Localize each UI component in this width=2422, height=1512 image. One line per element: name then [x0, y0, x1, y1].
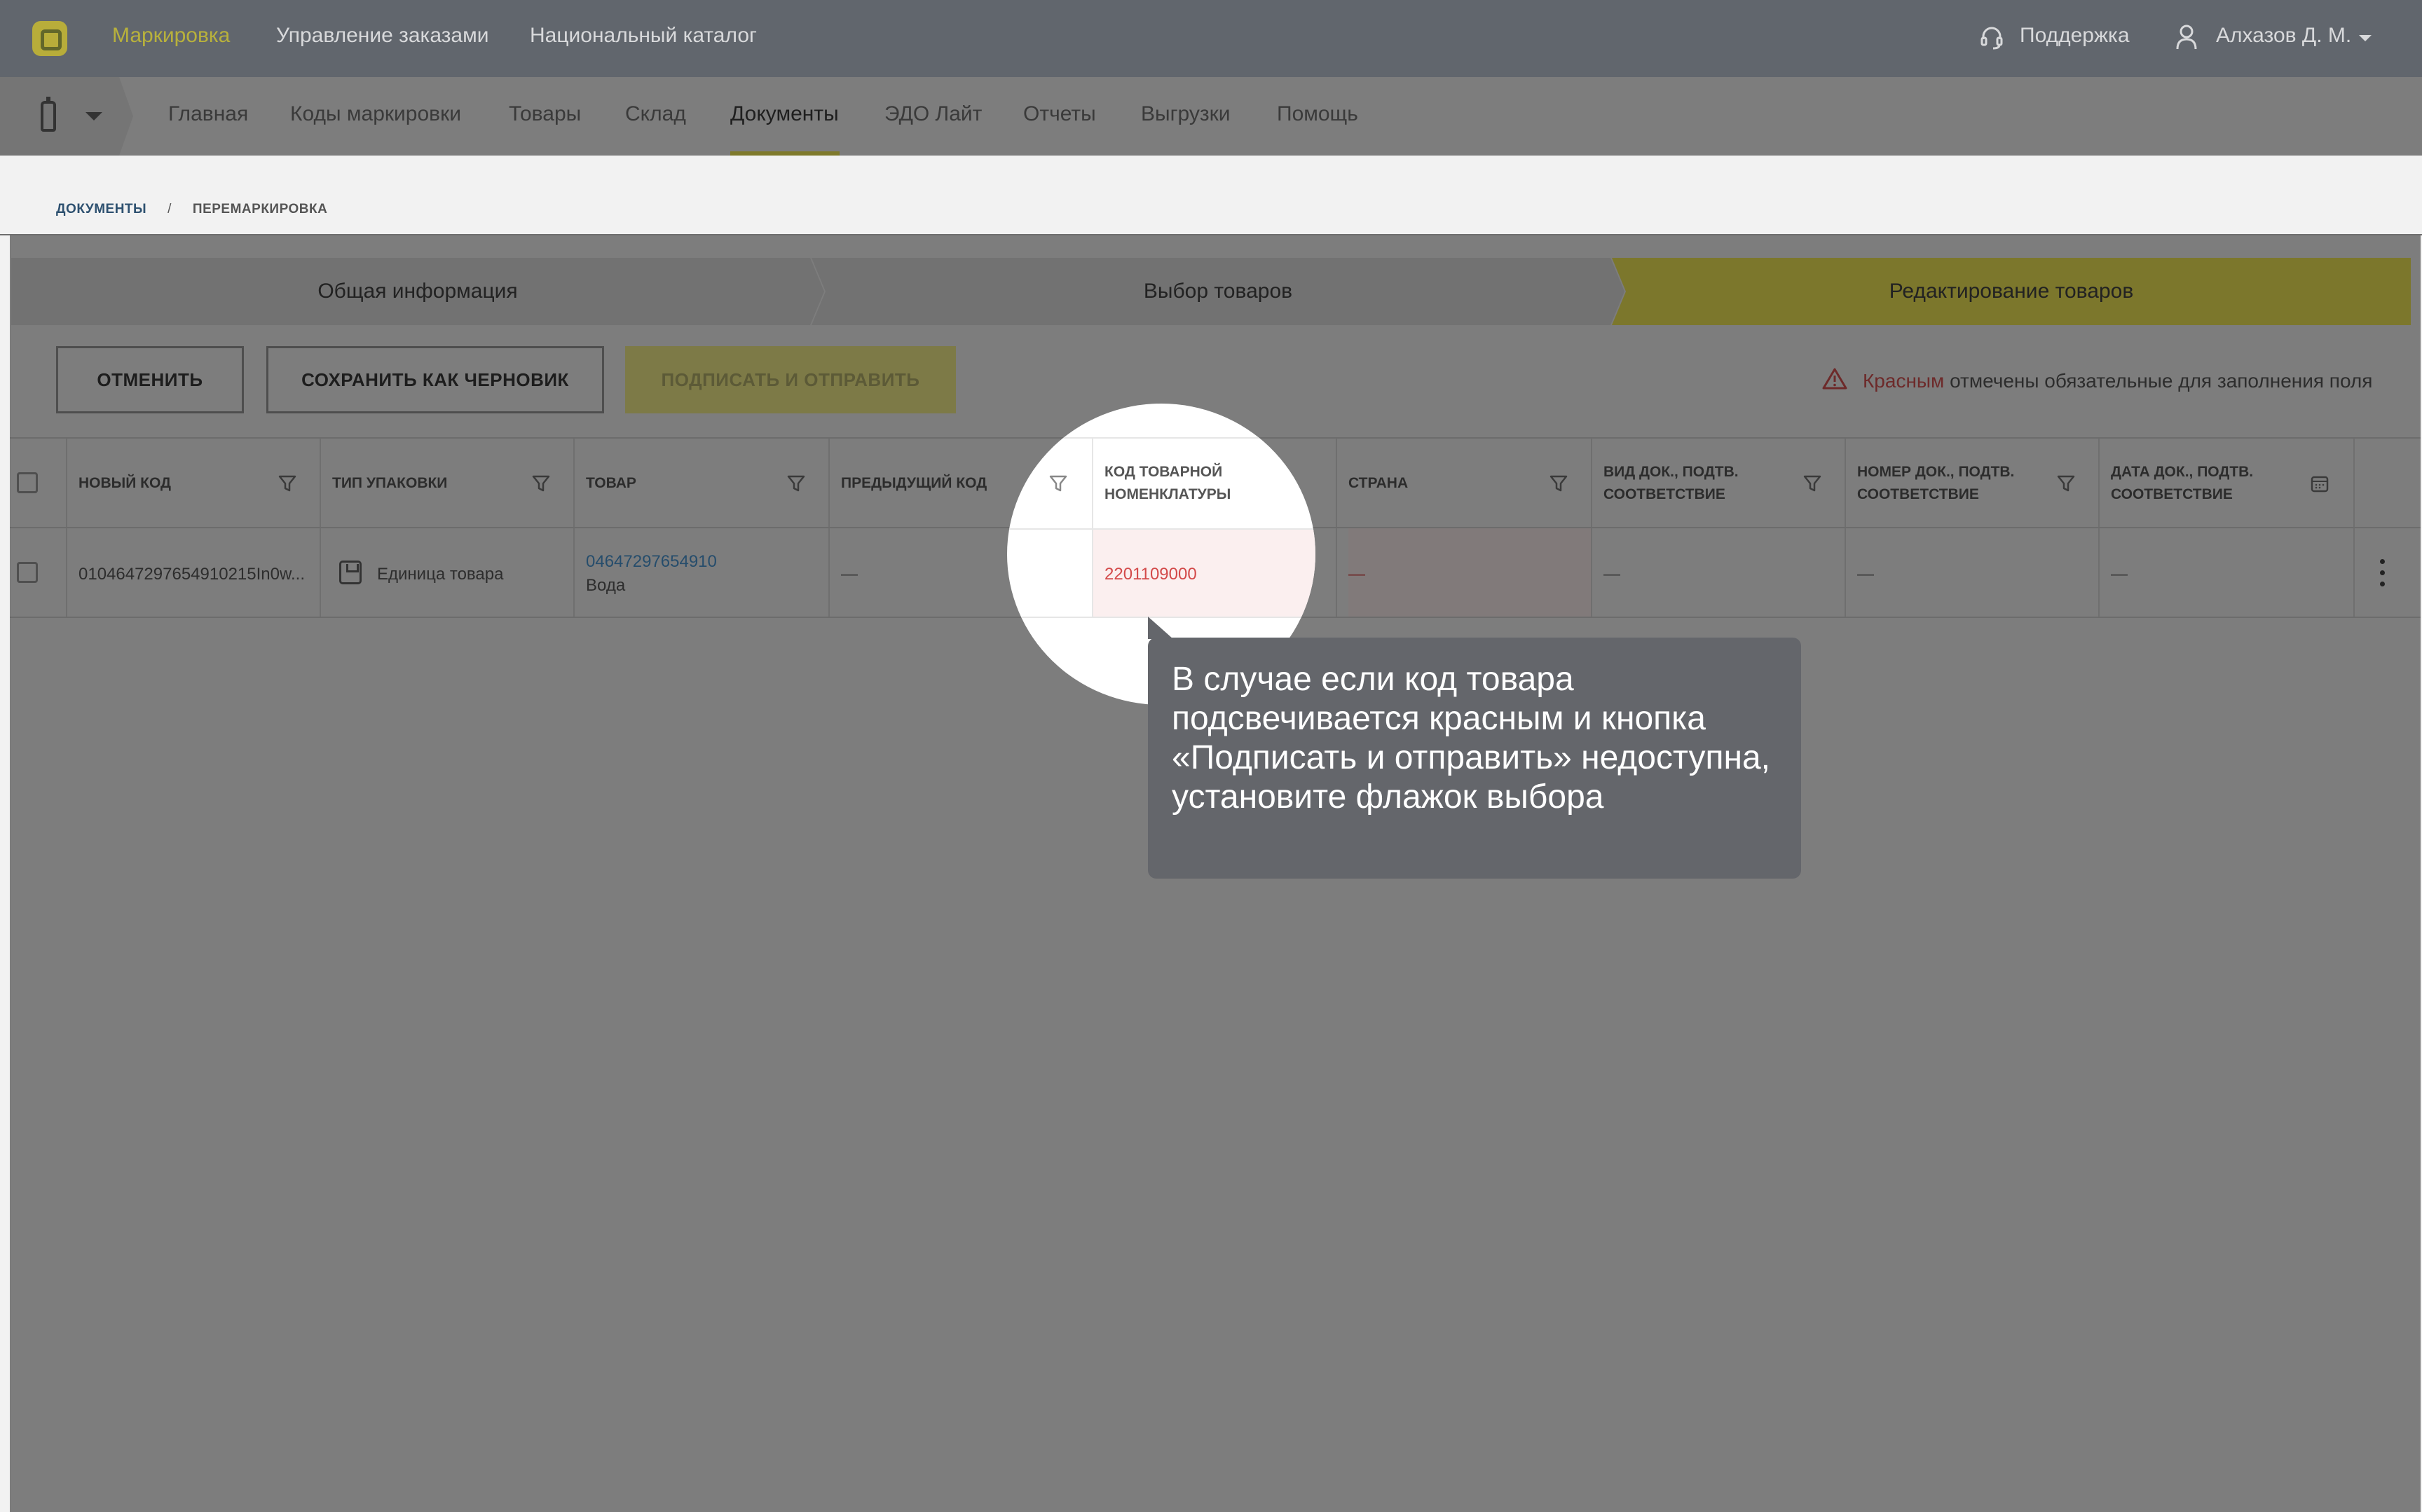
nav-documents[interactable]: Документы: [730, 102, 839, 126]
user-menu-chevron-down-icon[interactable]: [2359, 35, 2372, 41]
cell-package-type: Единица товара: [377, 565, 504, 584]
filter-icon[interactable]: [1304, 474, 1315, 493]
filter-icon[interactable]: [531, 474, 551, 493]
step-select-products[interactable]: Выбор товаров: [812, 258, 1624, 325]
sign-and-send-button[interactable]: ПОДПИСАТЬ И ОТПРАВИТЬ: [625, 346, 956, 413]
topnav-markirovka[interactable]: Маркировка: [112, 24, 230, 48]
nav-marking-codes[interactable]: Коды маркировки: [290, 102, 461, 126]
cell-product-code-link[interactable]: 04647297654910: [586, 552, 717, 572]
legend-red-word: Красным: [1863, 370, 1945, 392]
nav-home[interactable]: Главная: [168, 102, 248, 126]
filter-icon[interactable]: [278, 474, 297, 493]
user-icon: [2176, 25, 2197, 50]
nav-exports[interactable]: Выгрузки: [1141, 102, 1231, 126]
tooltip-pointer: [1148, 617, 1173, 639]
select-all-checkbox[interactable]: [17, 472, 38, 493]
cell-product-name: Вода: [586, 576, 626, 595]
support-link[interactable]: Поддержка: [2020, 24, 2130, 48]
step-edit-products[interactable]: Редактирование товаров: [1612, 258, 2411, 325]
user-menu[interactable]: Алхазов Д. М.: [2216, 24, 2351, 48]
save-draft-button[interactable]: СОХРАНИТЬ КАК ЧЕРНОВИК: [266, 346, 604, 413]
hint-tooltip: В случае если код товара подсвечивается …: [1148, 638, 1801, 879]
header-doc-type-line2: СООТВЕТСТВИЕ: [1603, 486, 1725, 502]
headset-icon[interactable]: [1980, 25, 2003, 50]
required-fields-legend: Красным отмечены обязательные для заполн…: [1863, 370, 2372, 392]
header-doc-number-line2: СООТВЕТСТВИЕ: [1857, 486, 1979, 502]
step-select-products-label: Выбор товаров: [1143, 280, 1293, 303]
header-country[interactable]: СТРАНА: [1348, 472, 1408, 495]
cell-tnved-code[interactable]: 2201109000: [1104, 565, 1197, 584]
product-group-switcher[interactable]: [0, 77, 133, 156]
breadcrumb: ДОКУМЕНТЫ / ПЕРЕМАРКИРОВКА: [56, 202, 327, 217]
bottle-icon: [41, 97, 56, 132]
breadcrumb-current: ПЕРЕМАРКИРОВКА: [192, 202, 328, 217]
row-actions-more-icon[interactable]: [2380, 559, 2386, 587]
breadcrumb-separator: /: [167, 202, 172, 217]
header-doc-type-line1[interactable]: ВИД ДОК., ПОДТВ.: [1603, 461, 1739, 483]
top-navigation-bar: Маркировка Управление заказами Националь…: [0, 0, 2422, 77]
hint-tooltip-text: В случае если код товара подсвечивается …: [1172, 661, 1771, 816]
header-product[interactable]: ТОВАР: [586, 472, 636, 495]
topnav-order-management[interactable]: Управление заказами: [276, 24, 489, 48]
cell-country[interactable]: —: [1348, 565, 1365, 584]
header-new-code[interactable]: НОВЫЙ КОД: [78, 472, 171, 495]
header-doc-date-line2: СООТВЕТСТВИЕ: [2111, 486, 2233, 502]
step-edit-products-label: Редактирование товаров: [1889, 280, 2134, 303]
cancel-button[interactable]: ОТМЕНИТЬ: [56, 346, 244, 413]
filter-icon[interactable]: [2056, 474, 2076, 493]
nav-help[interactable]: Помощь: [1277, 102, 1358, 126]
nav-reports[interactable]: Отчеты: [1023, 102, 1096, 126]
chevron-down-icon[interactable]: [85, 112, 102, 121]
filter-icon[interactable]: [1549, 474, 1568, 493]
row-select-checkbox[interactable]: [17, 562, 38, 583]
cell-doc-number[interactable]: —: [1857, 565, 1874, 584]
step-general-info[interactable]: Общая информация: [11, 258, 824, 325]
header-tnved-line1[interactable]: КОД ТОВАРНОЙ: [1104, 461, 1222, 483]
topnav-national-catalog[interactable]: Национальный каталог: [530, 24, 757, 48]
header-previous-code[interactable]: ПРЕДЫДУЩИЙ КОД: [841, 472, 987, 495]
header-doc-date-line1[interactable]: ДАТА ДОК., ПОДТВ.: [2111, 461, 2253, 483]
active-tab-indicator: [730, 151, 840, 156]
cell-doc-type[interactable]: —: [1603, 565, 1620, 584]
app-logo-icon[interactable]: [32, 21, 67, 56]
cell-new-code[interactable]: 0104647297654910215In0w...: [78, 565, 305, 584]
calendar-icon[interactable]: [2310, 474, 2329, 493]
header-package-type[interactable]: ТИП УПАКОВКИ: [332, 472, 447, 495]
legend-text: отмечены обязательные для заполнения пол…: [1944, 370, 2373, 392]
breadcrumb-documents-link[interactable]: ДОКУМЕНТЫ: [56, 202, 146, 217]
cell-previous-code: —: [841, 565, 858, 584]
nav-products[interactable]: Товары: [509, 102, 581, 126]
nav-edo-lite[interactable]: ЭДО Лайт: [884, 102, 982, 126]
header-tnved-line2: НОМЕНКЛАТУРЫ: [1104, 486, 1231, 502]
header-doc-number-line1[interactable]: НОМЕР ДОК., ПОДТВ.: [1857, 461, 2014, 483]
section-navigation: Главная Коды маркировки Товары Склад Док…: [0, 77, 2422, 156]
package-unit-icon: [339, 561, 362, 584]
filter-icon[interactable]: [1048, 474, 1068, 493]
nav-warehouse[interactable]: Склад: [625, 102, 686, 126]
filter-icon[interactable]: [1802, 474, 1822, 493]
cell-doc-date[interactable]: —: [2111, 565, 2128, 584]
warning-icon: [1822, 368, 1847, 390]
filter-icon[interactable]: [786, 474, 806, 493]
step-general-info-label: Общая информация: [317, 280, 518, 303]
